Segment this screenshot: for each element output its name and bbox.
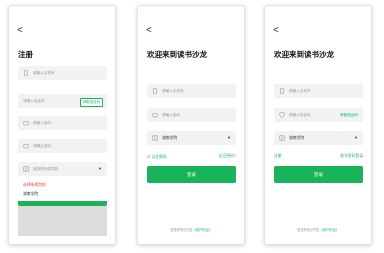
school-select[interactable]: 请选择所属学校 ▼ <box>18 162 107 176</box>
page-title: 注册 <box>18 50 33 59</box>
lock-icon <box>152 112 158 118</box>
phone-placeholder: 请输入手机号 <box>33 71 55 75</box>
back-button[interactable]: < <box>146 26 152 36</box>
login-password-screen: < 欢迎来到读书沙龙 请输入手机号 请输入密码 湖南学院 ▼ ☐ 记住密码 忘记… <box>137 5 245 245</box>
school-value: 湖南学院 <box>162 136 178 140</box>
password-login-link[interactable]: 账号密码登录 <box>340 154 363 159</box>
phone-icon <box>152 88 158 94</box>
school-icon <box>23 166 29 172</box>
phone-field[interactable]: 请输入手机号 <box>147 84 236 98</box>
dropdown-confirm-bar[interactable] <box>18 201 107 206</box>
school-icon <box>152 135 158 141</box>
school-icon <box>279 135 285 141</box>
footer-agreement: 登录即表示同意《用户协议》 <box>138 227 244 232</box>
user-agreement-link[interactable]: 《用户协议》 <box>320 228 339 232</box>
chevron-down-icon: ▼ <box>227 135 231 140</box>
chevron-down-icon: ▼ <box>354 135 358 140</box>
phone-icon <box>279 88 285 94</box>
lock-icon <box>23 143 29 149</box>
phone-placeholder: 请输入手机号 <box>162 89 184 93</box>
password-placeholder: 请输入密码 <box>33 121 51 125</box>
shield-icon <box>279 112 285 118</box>
register-screen: < 注册 请输入手机号 请输入验证码 获取验证码 请输入密码 请确认密码 请选择… <box>8 5 116 245</box>
footer-text: 登录即表示同意 <box>170 228 193 232</box>
footer-agreement: 登录即表示同意《用户协议》 <box>265 227 371 232</box>
code-placeholder: 请输入验证码 <box>23 99 45 103</box>
dropdown-list: 选择所属院校 湖南学院 <box>18 178 107 206</box>
code-placeholder: 请输入验证码 <box>289 113 311 117</box>
lock-icon <box>23 120 29 126</box>
password-placeholder: 请输入密码 <box>162 113 180 117</box>
page-title: 欢迎来到读书沙龙 <box>274 50 334 59</box>
chevron-down-icon: ▼ <box>98 166 102 171</box>
back-button[interactable]: < <box>17 26 23 36</box>
footer-text: 登录即表示同意 <box>297 228 320 232</box>
page-title: 欢迎来到读书沙龙 <box>147 50 207 59</box>
forgot-password-link[interactable]: 忘记密码? <box>219 154 236 159</box>
login-button[interactable]: 登录 <box>147 166 236 183</box>
confirm-password-placeholder: 请确认密码 <box>33 144 51 148</box>
phone-icon <box>23 70 29 76</box>
register-link[interactable]: 注册 <box>274 154 282 159</box>
school-select[interactable]: 湖南学院 ▼ <box>147 131 236 145</box>
phone-placeholder: 请输入手机号 <box>289 89 311 93</box>
get-code-button[interactable]: 获取验证码 <box>80 97 103 107</box>
school-select[interactable]: 湖南学院 ▼ <box>274 131 363 145</box>
school-placeholder: 请选择所属学校 <box>33 167 59 171</box>
dropdown-option[interactable]: 选择所属院校 <box>23 183 46 188</box>
dropdown-option[interactable]: 湖南学院 <box>23 192 38 197</box>
get-code-button[interactable]: 获取验证码 <box>340 112 358 118</box>
user-agreement-link[interactable]: 《用户协议》 <box>193 228 212 232</box>
school-dropdown: 选择所属院校 湖南学院 <box>18 178 107 236</box>
phone-field[interactable]: 请输入手机号 <box>274 84 363 98</box>
password-field[interactable]: 请输入密码 <box>147 108 236 122</box>
confirm-password-field[interactable]: 请确认密码 <box>18 139 107 153</box>
phone-field[interactable]: 请输入手机号 <box>18 66 107 80</box>
code-field[interactable]: 请输入验证码 获取验证码 <box>274 108 363 122</box>
login-code-screen: < 欢迎来到读书沙龙 请输入手机号 请输入验证码 获取验证码 湖南学院 ▼ 注册… <box>264 5 372 245</box>
school-value: 湖南学院 <box>289 136 305 140</box>
password-field[interactable]: 请输入密码 <box>18 116 107 130</box>
remember-password-checkbox[interactable]: ☐ 记住密码 <box>147 154 167 160</box>
back-button[interactable]: < <box>273 26 279 36</box>
code-field[interactable]: 请输入验证码 获取验证码 <box>18 94 107 108</box>
login-button[interactable]: 登录 <box>274 166 363 183</box>
